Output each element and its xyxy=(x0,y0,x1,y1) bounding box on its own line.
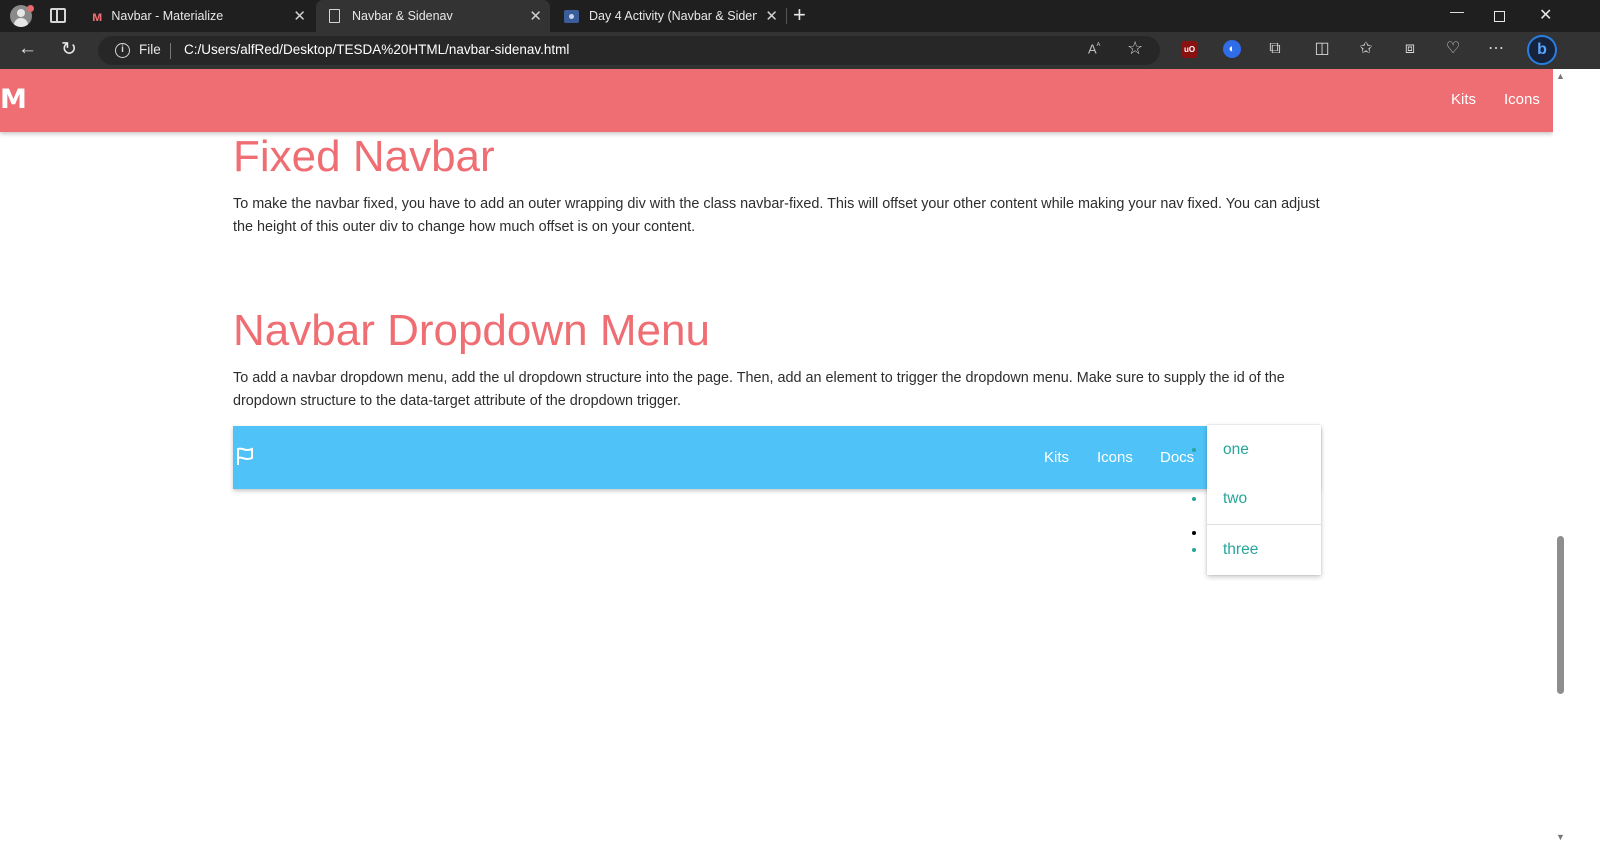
back-arrow-icon[interactable]: ← xyxy=(18,38,37,60)
address-bar[interactable]: i File C:/Users/alfRed/Desktop/TESDA%20H… xyxy=(98,36,1160,65)
minimize-button[interactable]: — xyxy=(1450,3,1464,19)
demo-link-docs[interactable]: Docs xyxy=(1160,449,1194,466)
blue-extension-icon[interactable]: ◐ xyxy=(1223,40,1241,58)
document-favicon-icon xyxy=(329,9,340,23)
scroll-up-arrow-icon[interactable]: ▲ xyxy=(1556,71,1565,81)
page-viewport: M Kits Icons Fixed Navbar To make the na… xyxy=(0,69,1553,860)
profile-notification-dot xyxy=(27,5,34,12)
browser-toolbar: ← ↻ i File C:/Users/alfRed/Desktop/TESDA… xyxy=(0,32,1600,69)
demo-link-kits[interactable]: Kits xyxy=(1044,449,1069,466)
split-screen-icon[interactable]: ◫ xyxy=(1312,39,1332,59)
tab-materialize[interactable]: ᴍ Navbar - Materialize ✕ xyxy=(80,0,314,32)
section-title-fixed-navbar: Fixed Navbar xyxy=(233,132,495,181)
tab-actions-icon[interactable] xyxy=(50,8,66,23)
new-tab-button[interactable]: + xyxy=(793,4,806,26)
nav-link-kits[interactable]: Kits xyxy=(1451,91,1476,108)
flag-logo-icon[interactable] xyxy=(235,446,255,466)
tab-close-icon[interactable]: ✕ xyxy=(529,7,542,25)
scheme-label: File xyxy=(139,42,161,57)
tab-title: Day 4 Activity (Navbar & Sidenav xyxy=(589,9,757,23)
nav-link-icons[interactable]: Icons xyxy=(1504,91,1540,108)
read-aloud-icon[interactable]: Aᴬ xyxy=(1088,41,1100,56)
section-title-dropdown-menu: Navbar Dropdown Menu xyxy=(233,306,710,355)
tab-navbar-sidenav[interactable]: Navbar & Sidenav ✕ xyxy=(316,0,550,32)
browser-tab-strip: ᴍ Navbar - Materialize ✕ Navbar & Sidena… xyxy=(0,0,1600,32)
dropdown-menu: one two three xyxy=(1207,425,1321,575)
section-text-fixed-navbar: To make the navbar fixed, you have to ad… xyxy=(233,196,1320,235)
image-favicon-icon xyxy=(564,9,579,23)
main-navbar: M Kits Icons xyxy=(0,69,1553,132)
scroll-down-arrow-icon[interactable]: ▼ xyxy=(1556,832,1565,842)
dropdown-item-three[interactable]: three xyxy=(1207,525,1321,574)
section-text-dropdown-menu: To add a navbar dropdown menu, add the u… xyxy=(233,370,1285,409)
browser-essentials-icon[interactable]: ♡ xyxy=(1443,39,1463,59)
tab-title: Navbar & Sidenav xyxy=(352,9,453,23)
more-menu-icon[interactable]: ⋯ xyxy=(1486,39,1506,59)
address-separator xyxy=(170,43,171,59)
vertical-scrollbar[interactable]: ▲ ▼ xyxy=(1553,69,1568,860)
ublock-extension-icon[interactable]: uO xyxy=(1181,41,1198,58)
tab-separator xyxy=(786,8,787,24)
scrollbar-thumb[interactable] xyxy=(1557,536,1564,694)
brand-logo[interactable]: M xyxy=(0,84,27,115)
restore-button[interactable] xyxy=(1494,11,1505,22)
demo-link-icons[interactable]: Icons xyxy=(1097,449,1133,466)
favorites-icon[interactable]: ✩ xyxy=(1356,39,1376,59)
refresh-icon[interactable]: ↻ xyxy=(61,38,77,61)
window-close-button[interactable]: ✕ xyxy=(1539,5,1552,25)
extensions-puzzle-icon[interactable]: ⧉ xyxy=(1265,39,1285,59)
tab-day4-activity[interactable]: Day 4 Activity (Navbar & Sidenav ✕ xyxy=(552,0,786,32)
tab-close-icon[interactable]: ✕ xyxy=(293,7,306,25)
materialize-favicon-icon: ᴍ xyxy=(92,8,102,24)
tab-close-icon[interactable]: ✕ xyxy=(765,7,778,25)
url-text[interactable]: C:/Users/alfRed/Desktop/TESDA%20HTML/nav… xyxy=(184,42,569,57)
bing-copilot-icon[interactable]: b xyxy=(1527,35,1557,65)
info-icon[interactable]: i xyxy=(115,43,130,58)
favorite-star-icon[interactable]: ☆ xyxy=(1127,38,1143,59)
demo-navbar: Kits Icons Docs xyxy=(233,426,1320,489)
dropdown-item-two[interactable]: two xyxy=(1207,474,1321,523)
dropdown-item-one[interactable]: one xyxy=(1207,425,1321,474)
collections-icon[interactable]: ⧈ xyxy=(1400,39,1420,59)
tab-title: Navbar - Materialize xyxy=(111,9,224,23)
